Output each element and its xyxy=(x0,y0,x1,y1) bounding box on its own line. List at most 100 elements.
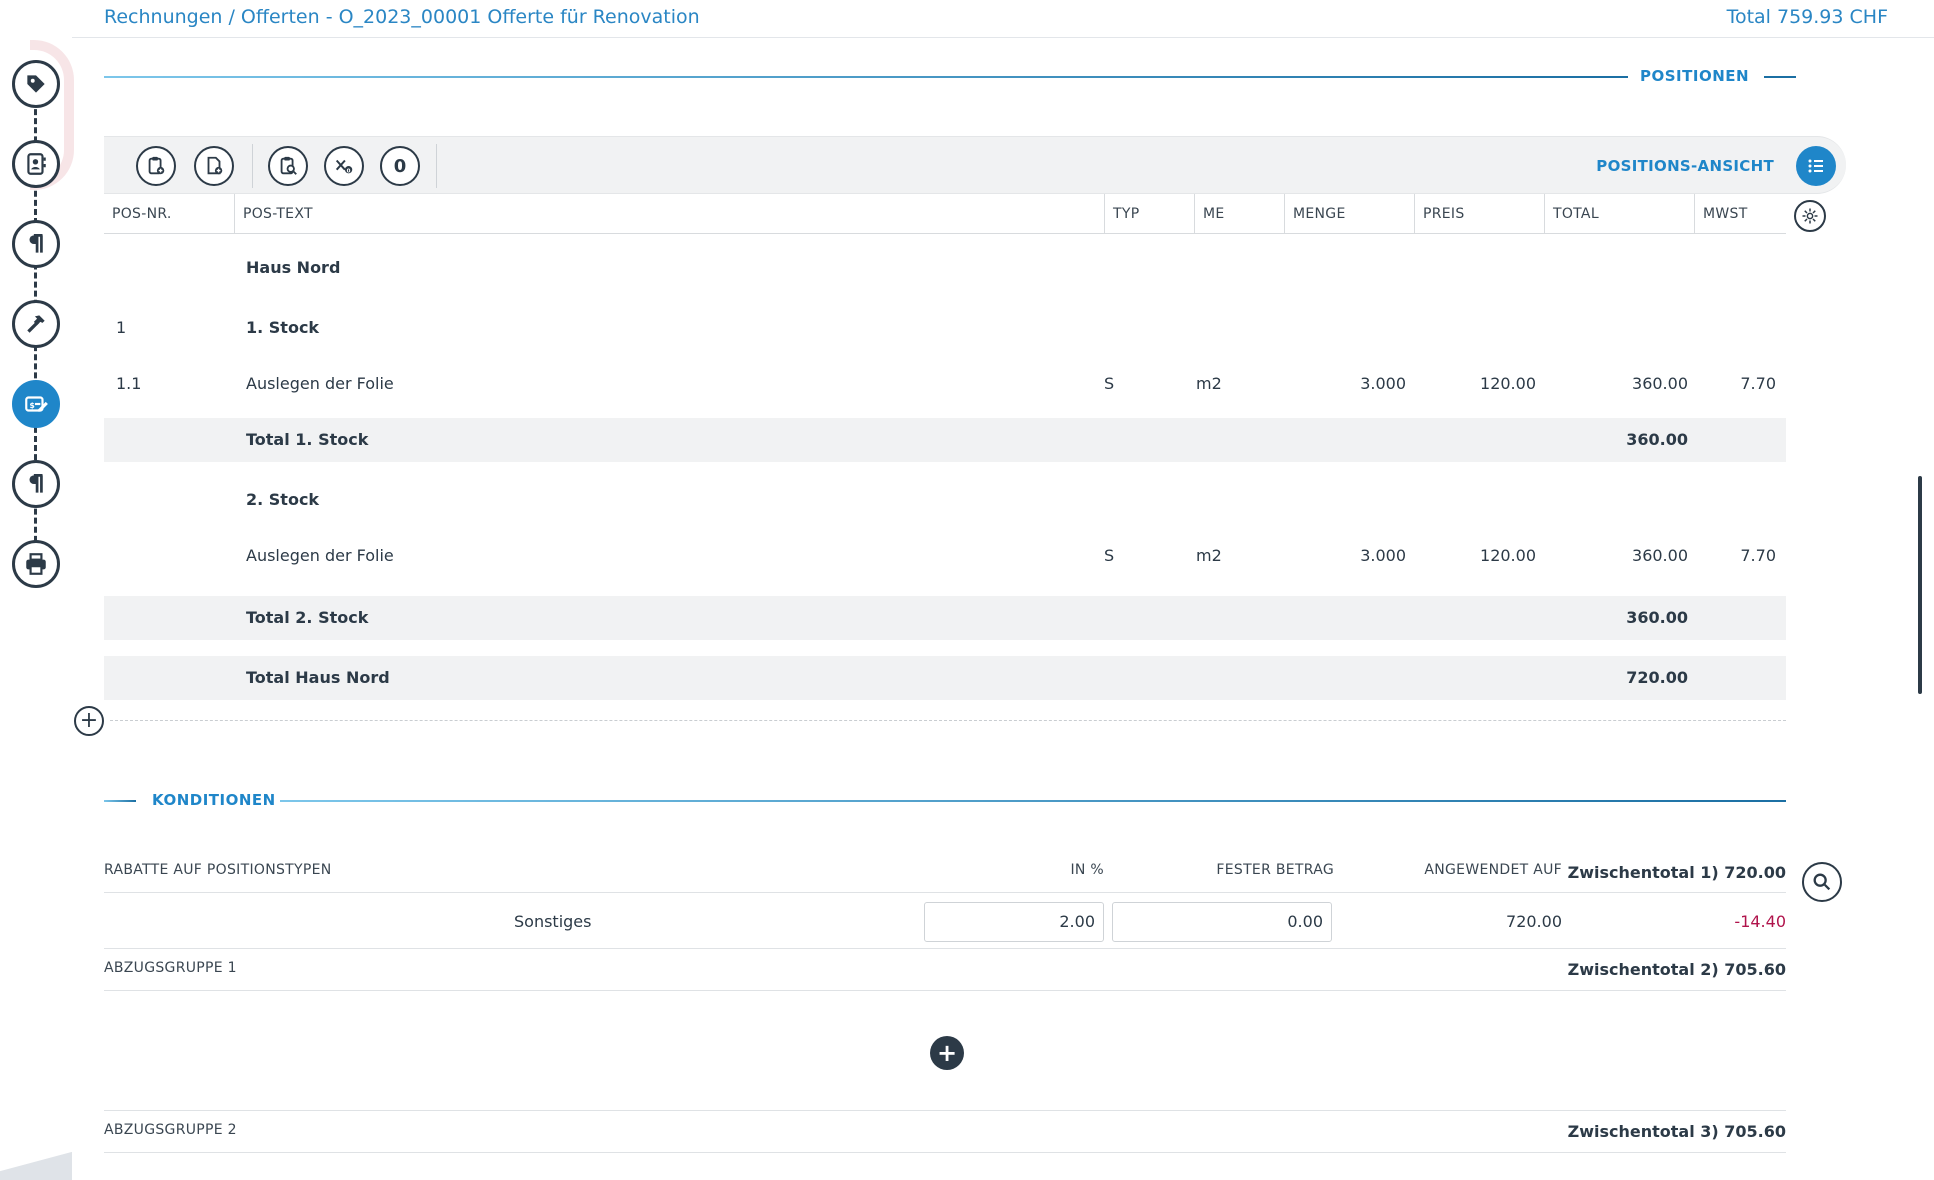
toolbar-separator xyxy=(436,144,437,188)
price-edit-icon: $ xyxy=(25,396,48,412)
subtotal-3: Zwischentotal 3) 705.60 xyxy=(1567,1122,1786,1141)
cell-preis xyxy=(1414,596,1536,640)
sidebar-step-printer[interactable] xyxy=(12,540,60,588)
cell-total: 360.00 xyxy=(1632,374,1688,393)
positions-view-label[interactable]: POSITIONS-ANSICHT xyxy=(1596,157,1774,175)
document-total: Total 759.93 CHF xyxy=(1726,6,1888,28)
cell-mwst xyxy=(1694,596,1776,640)
paragraph-icon xyxy=(29,233,43,253)
column-header-mwst[interactable]: MWST xyxy=(1694,194,1786,234)
search-icon xyxy=(1813,873,1831,891)
title-row[interactable]: 1 1. Stock xyxy=(104,306,1786,350)
column-header-pos-text[interactable]: POS-TEXT xyxy=(234,194,1104,234)
clipboard-add-button[interactable] xyxy=(136,146,176,186)
discount-header-percent: IN % xyxy=(1070,862,1104,878)
table-settings-button[interactable] xyxy=(1794,200,1826,232)
sidebar-step-tag[interactable] xyxy=(12,60,60,108)
deduction-group-1-label: ABZUGSGRUPPE 1 xyxy=(104,960,237,976)
cell-menge: 3.000 xyxy=(1360,374,1406,393)
cell-total xyxy=(1544,306,1688,350)
column-header-preis[interactable]: PREIS xyxy=(1414,194,1544,234)
cell-mwst xyxy=(1694,656,1776,700)
clear-x-icon: 0 xyxy=(335,159,353,174)
discount-amount: -14.40 xyxy=(1734,912,1786,931)
discount-header-fixed: FESTER BETRAG xyxy=(1216,862,1334,878)
sidebar-step-hammer[interactable] xyxy=(12,300,60,348)
title-row[interactable]: 2. Stock xyxy=(104,478,1786,522)
divider xyxy=(104,1152,1786,1153)
cell-text: Total Haus Nord xyxy=(246,668,390,687)
cell-mwst xyxy=(1694,246,1776,290)
section-divider-end xyxy=(1764,76,1796,78)
cell-preis xyxy=(1414,478,1536,522)
tag-icon xyxy=(27,75,45,93)
divider xyxy=(104,948,1786,949)
column-header-me[interactable]: ME xyxy=(1194,194,1284,234)
clipboard-add-icon xyxy=(148,156,165,175)
cell-total xyxy=(1544,478,1688,522)
breadcrumb[interactable]: Rechnungen / Offerten - O_2023_00001 Off… xyxy=(104,6,700,28)
add-deduction-button[interactable]: + xyxy=(930,1036,964,1070)
zero-icon: 0 xyxy=(393,155,407,177)
cell-me xyxy=(1196,478,1276,522)
section-divider xyxy=(104,76,1628,78)
plus-icon: + xyxy=(936,1039,958,1067)
sidebar-step-price-edit[interactable]: $ xyxy=(12,380,60,428)
cell-nr xyxy=(116,596,216,640)
zero-button[interactable]: 0 xyxy=(380,146,420,186)
column-header-menge[interactable]: MENGE xyxy=(1284,194,1414,234)
hammer-icon xyxy=(27,315,45,333)
column-header-total[interactable]: TOTAL xyxy=(1544,194,1694,234)
positions-toolbar xyxy=(104,136,1846,194)
discount-percent-input[interactable]: 2.00 xyxy=(924,902,1104,942)
cell-me xyxy=(1196,306,1276,350)
divider xyxy=(104,1110,1786,1111)
sidebar-step-paragraph[interactable] xyxy=(12,460,60,508)
document-add-button[interactable] xyxy=(194,146,234,186)
subtotal-2: Zwischentotal 2) 705.60 xyxy=(1567,960,1786,979)
cell-menge xyxy=(1284,418,1406,462)
discount-applied-value: 720.00 xyxy=(1506,912,1562,931)
position-row[interactable]: Auslegen der Folie Sm2 3.000 120.00 360.00 7.… xyxy=(104,534,1786,578)
add-position-button[interactable]: + xyxy=(74,706,104,736)
cell-text: Total 2. Stock xyxy=(246,608,369,627)
positions-view-button[interactable] xyxy=(1796,146,1836,186)
cell-typ xyxy=(1104,246,1164,290)
divider xyxy=(104,892,1786,893)
clear-button[interactable]: 0 xyxy=(324,146,364,186)
cell-me xyxy=(1196,656,1276,700)
position-row[interactable]: 1.1 Auslegen der Folie Sm2 3.000 120.00 360.0… xyxy=(104,362,1786,406)
printer-icon xyxy=(26,553,46,575)
clipboard-search-button[interactable] xyxy=(268,146,308,186)
cell-preis: 120.00 xyxy=(1480,546,1536,565)
subtotal-row[interactable]: Total 2. Stock 360.00 xyxy=(104,596,1786,640)
cell-nr: 1.1 xyxy=(116,374,142,393)
contact-card-icon xyxy=(27,153,46,175)
cell-total: 360.00 xyxy=(1626,430,1688,449)
cell-total: 360.00 xyxy=(1626,608,1688,627)
section-divider-start xyxy=(104,800,136,802)
cell-nr xyxy=(116,418,216,462)
positions-table-header: POS-NR. POS-TEXT TYP ME MENGE PREIS TOTA… xyxy=(104,194,1786,234)
cell-preis xyxy=(1414,246,1536,290)
discount-fixed-input[interactable]: 0.00 xyxy=(1112,902,1332,942)
subtotal-row[interactable]: Total Haus Nord 720.00 xyxy=(104,656,1786,700)
column-header-typ[interactable]: TYP xyxy=(1104,194,1194,234)
column-header-pos-nr[interactable]: POS-NR. xyxy=(104,194,234,234)
deduction-group-2-label: ABZUGSGRUPPE 2 xyxy=(104,1122,237,1138)
cell-mwst xyxy=(1694,306,1776,350)
cell-me xyxy=(1196,596,1276,640)
subtotal-row[interactable]: Total 1. Stock 360.00 xyxy=(104,418,1786,462)
gear-icon xyxy=(1802,208,1818,224)
sidebar-step-paragraph[interactable] xyxy=(12,220,60,268)
cell-menge xyxy=(1284,306,1406,350)
sidebar-step-contact-card[interactable] xyxy=(12,140,60,188)
discount-header-applied: ANGEWENDET AUF xyxy=(1424,862,1562,878)
cell-me xyxy=(1196,246,1276,290)
title-row[interactable]: Haus Nord xyxy=(104,246,1786,290)
scrollbar[interactable] xyxy=(1918,476,1922,694)
search-button[interactable] xyxy=(1802,862,1842,902)
cell-menge xyxy=(1284,246,1406,290)
cell-mwst xyxy=(1694,478,1776,522)
discount-header-label: RABATTE AUF POSITIONSTYPEN xyxy=(104,862,332,878)
